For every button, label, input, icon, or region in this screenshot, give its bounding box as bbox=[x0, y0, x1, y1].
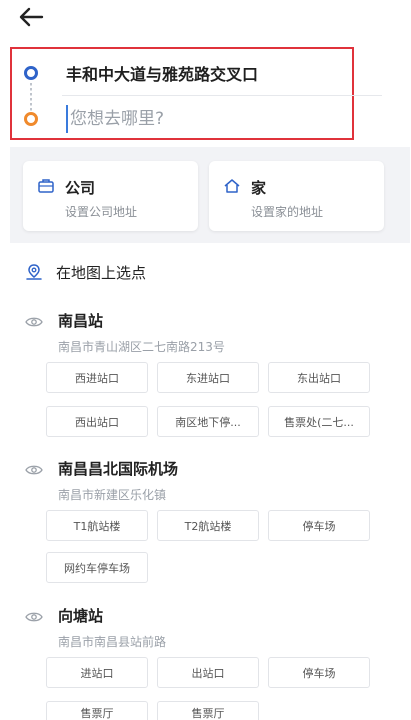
shortcut-panel: 公司 设置公司地址 家 设置家的地址 bbox=[10, 147, 410, 243]
poi-chip[interactable]: 南区地下停... bbox=[157, 406, 259, 437]
poi-chip[interactable]: 售票厅 bbox=[157, 701, 259, 720]
poi-chip[interactable]: T1航站楼 bbox=[46, 510, 148, 541]
poi-item: 向塘站 南昌市南昌县站前路 进站口 出站口 停车场 售票厅 售票厅 bbox=[24, 605, 384, 720]
origin-text: 丰和中大道与雅苑路交叉口 bbox=[66, 65, 259, 84]
poi-chip[interactable]: 东出站口 bbox=[268, 362, 370, 393]
home-subtitle: 设置家的地址 bbox=[251, 205, 324, 219]
company-subtitle: 设置公司地址 bbox=[65, 205, 138, 219]
poi-chip[interactable]: 售票处(二七... bbox=[268, 406, 370, 437]
poi-chip[interactable]: 售票厅 bbox=[46, 701, 148, 720]
origin-row[interactable]: 丰和中大道与雅苑路交叉口 bbox=[12, 53, 352, 93]
route-input-box: 丰和中大道与雅苑路交叉口 bbox=[10, 47, 382, 140]
poi-address: 南昌市新建区乐化镇 bbox=[58, 488, 167, 502]
location-eye-icon bbox=[25, 317, 43, 327]
poi-address: 南昌市南昌县站前路 bbox=[58, 635, 167, 649]
poi-chip[interactable]: T2航站楼 bbox=[157, 510, 259, 541]
poi-chip[interactable]: 西出站口 bbox=[46, 406, 148, 437]
poi-header[interactable]: 向塘站 bbox=[24, 605, 384, 629]
origin-dot-icon bbox=[24, 66, 38, 80]
poi-chip[interactable]: 东进站口 bbox=[157, 362, 259, 393]
poi-chip-group: T1航站楼 T2航站楼 停车场 网约车停车场 bbox=[46, 510, 384, 590]
pick-on-map-button[interactable]: 在地图上选点 bbox=[24, 260, 146, 284]
company-shortcut-card[interactable]: 公司 设置公司地址 bbox=[23, 161, 198, 231]
briefcase-icon bbox=[38, 179, 54, 193]
poi-chip[interactable]: 进站口 bbox=[46, 657, 148, 688]
map-pin-icon bbox=[26, 264, 42, 280]
poi-name: 南昌站 bbox=[58, 312, 104, 330]
poi-chip[interactable]: 出站口 bbox=[157, 657, 259, 688]
poi-chip[interactable]: 停车场 bbox=[268, 657, 370, 688]
back-arrow-icon bbox=[19, 7, 44, 27]
company-title: 公司 bbox=[65, 179, 96, 197]
home-shortcut-card[interactable]: 家 设置家的地址 bbox=[209, 161, 384, 231]
poi-name: 向塘站 bbox=[58, 607, 104, 625]
poi-chip[interactable]: 停车场 bbox=[268, 510, 370, 541]
home-icon bbox=[224, 179, 240, 193]
poi-address: 南昌市青山湖区二七南路213号 bbox=[58, 340, 225, 354]
poi-header[interactable]: 南昌站 bbox=[24, 310, 384, 334]
poi-chip-group: 西进站口 东进站口 东出站口 西出站口 南区地下停... 售票处(二七... bbox=[46, 362, 384, 442]
location-eye-icon bbox=[25, 612, 43, 622]
destination-row[interactable] bbox=[12, 99, 352, 139]
destination-input[interactable] bbox=[66, 105, 336, 133]
poi-chip[interactable]: 西进站口 bbox=[46, 362, 148, 393]
back-button[interactable] bbox=[18, 6, 48, 30]
poi-name: 南昌昌北国际机场 bbox=[58, 460, 179, 478]
poi-header[interactable]: 南昌昌北国际机场 bbox=[24, 458, 384, 482]
location-eye-icon bbox=[25, 465, 43, 475]
home-title: 家 bbox=[251, 179, 267, 197]
route-divider bbox=[62, 95, 382, 96]
poi-chip[interactable]: 网约车停车场 bbox=[46, 552, 148, 583]
poi-chip-group: 进站口 出站口 停车场 售票厅 售票厅 bbox=[46, 657, 384, 720]
poi-item: 南昌站 南昌市青山湖区二七南路213号 西进站口 东进站口 东出站口 西出站口 … bbox=[24, 310, 384, 442]
destination-dot-icon bbox=[24, 112, 38, 126]
poi-item: 南昌昌北国际机场 南昌市新建区乐化镇 T1航站楼 T2航站楼 停车场 网约车停车… bbox=[24, 458, 384, 590]
pick-on-map-label: 在地图上选点 bbox=[56, 263, 147, 282]
